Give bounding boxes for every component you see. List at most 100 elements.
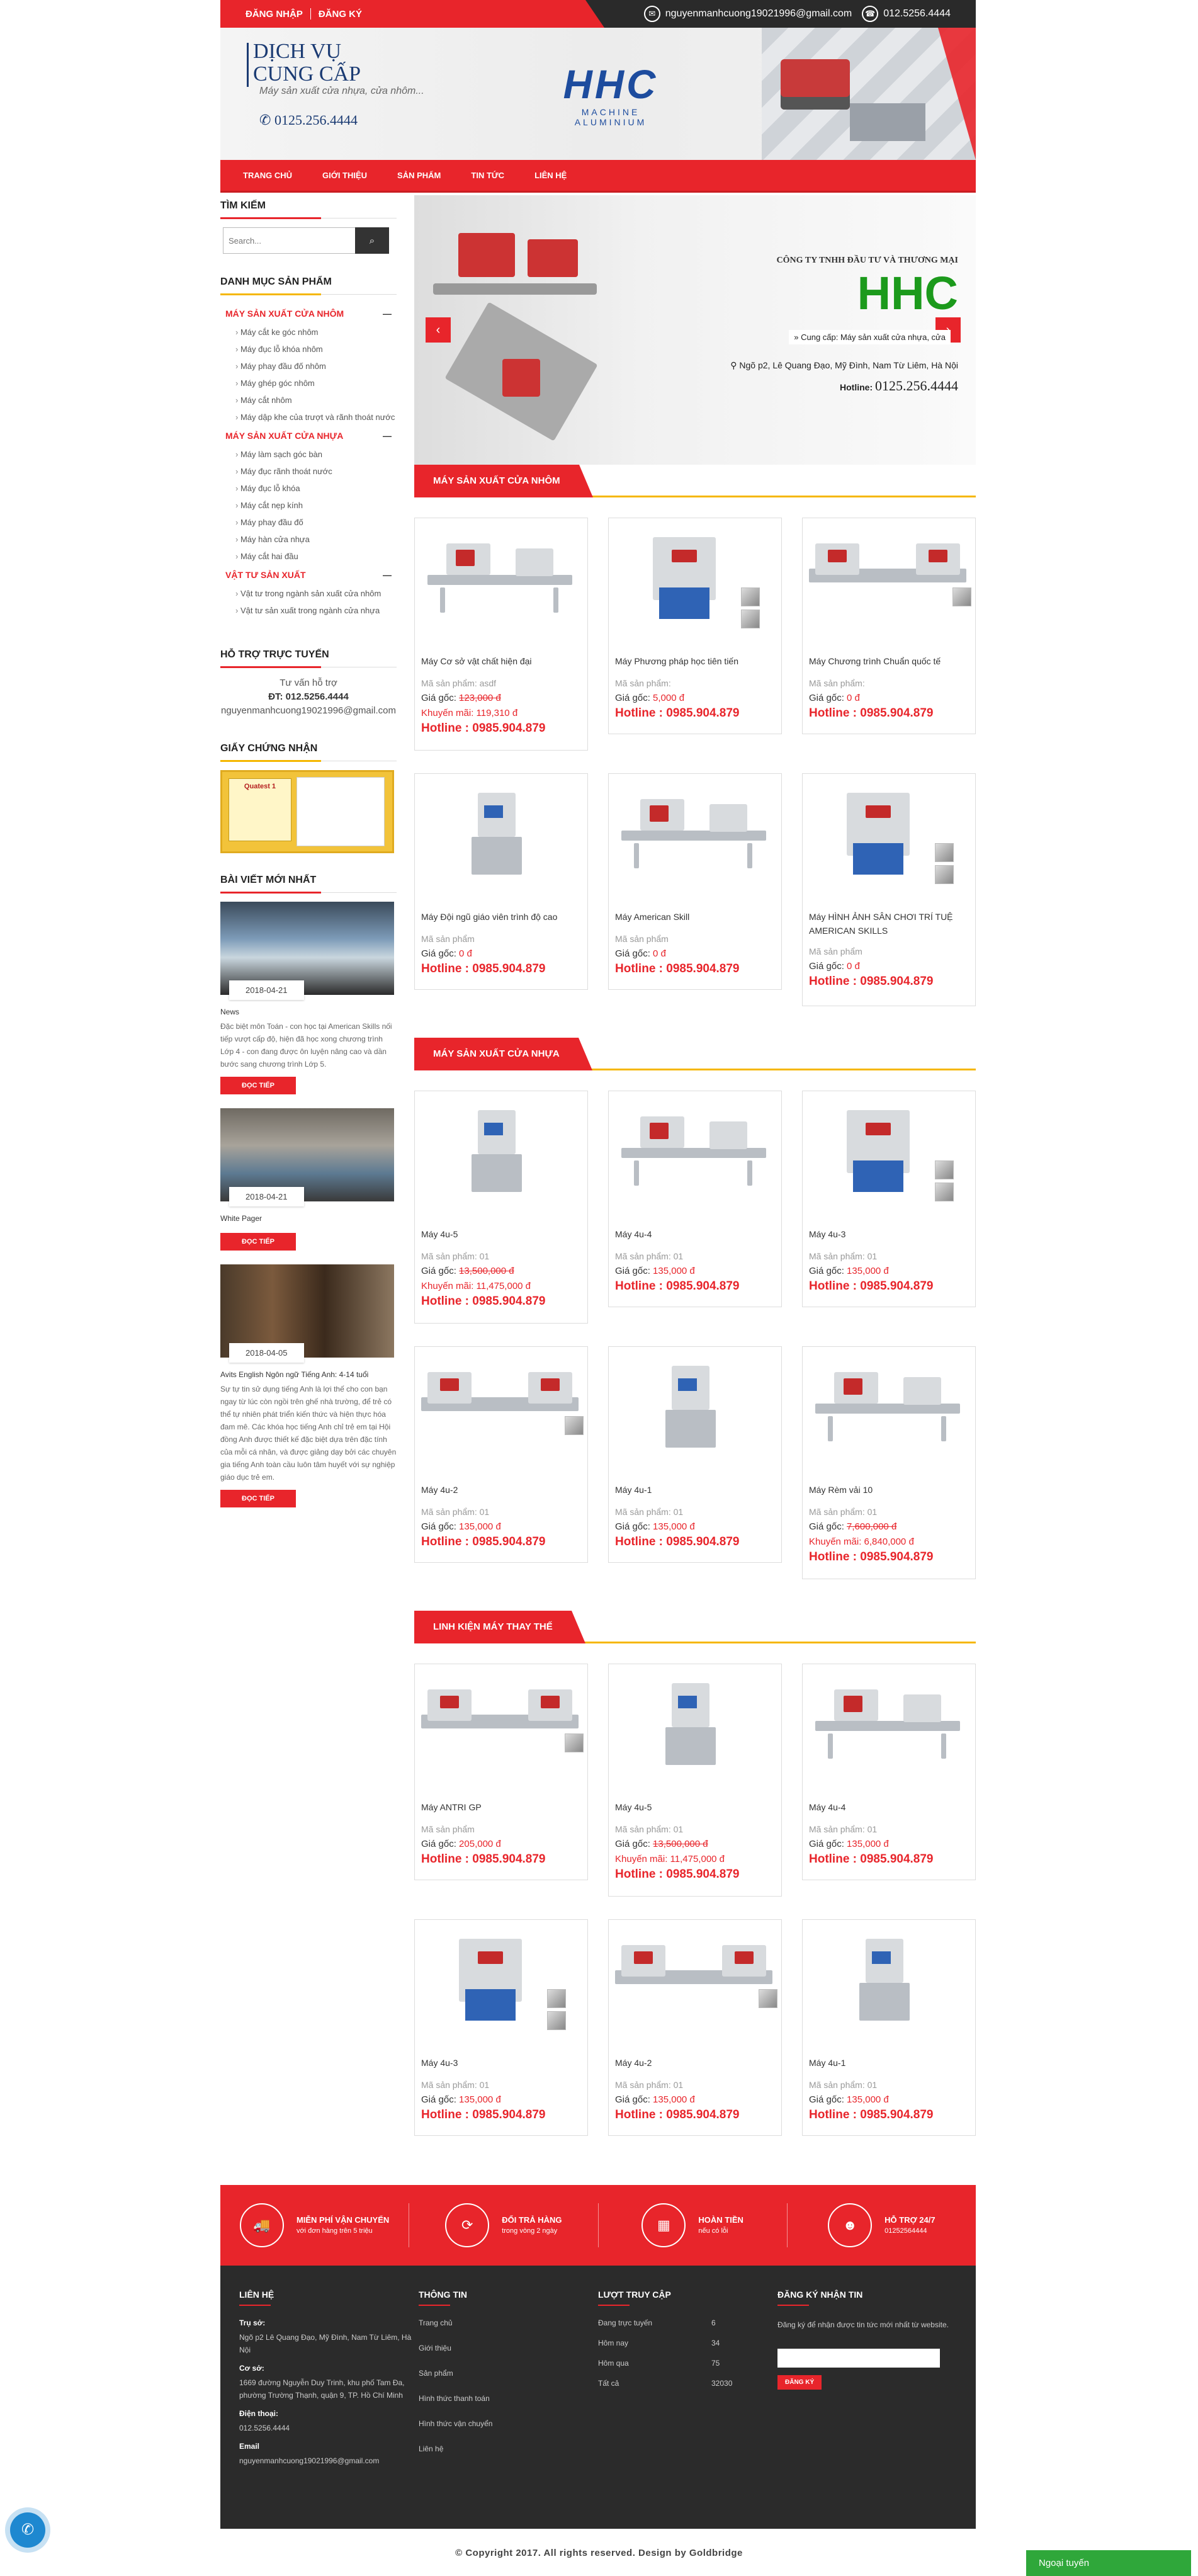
- minus-icon[interactable]: —: [383, 570, 392, 580]
- subcategory-item[interactable]: Máy cắt hai đầu: [220, 548, 397, 565]
- product-card[interactable]: Máy 4u-1 Mã sản phẩm: 01 Giá gốc: 135,000 …: [802, 1919, 976, 2136]
- product-hotline[interactable]: Hotline : 0985.904.879: [809, 2108, 934, 2123]
- product-card[interactable]: Máy 4u-4 Mã sản phẩm: 01 Giá gốc: 135,000 …: [802, 1664, 976, 1880]
- product-hotline[interactable]: Hotline : 0985.904.879: [421, 2108, 546, 2123]
- product-card[interactable]: Máy Chương trình Chuẩn quốc tế Mã sản phẩ…: [802, 518, 976, 734]
- product-card[interactable]: Máy American Skill Mã sản phẩm Giá gốc: 0 …: [608, 773, 782, 990]
- support-phone[interactable]: ĐT: 012.5256.4444: [268, 691, 349, 702]
- nav-news[interactable]: TIN TỨC: [471, 171, 504, 180]
- product-hotline[interactable]: Hotline : 0985.904.879: [615, 2108, 740, 2123]
- support-email[interactable]: nguyenmanhcuong19021996@gmail.com: [220, 704, 397, 718]
- newsletter-submit-button[interactable]: ĐĂNG KÝ: [777, 2375, 822, 2390]
- product-image[interactable]: [615, 1926, 777, 2033]
- product-hotline[interactable]: Hotline : 0985.904.879: [421, 721, 546, 736]
- product-hotline[interactable]: Hotline : 0985.904.879: [809, 974, 934, 989]
- category-item[interactable]: MÁY SẢN XUẤT CỬA NHỰA —: [220, 426, 397, 446]
- product-hotline[interactable]: Hotline : 0985.904.879: [809, 1550, 934, 1565]
- read-more-button[interactable]: ĐỌC TIẾP: [220, 1490, 296, 1507]
- slider-prev-button[interactable]: ‹: [426, 317, 451, 343]
- product-image[interactable]: [421, 780, 581, 887]
- product-hotline[interactable]: Hotline : 0985.904.879: [615, 1867, 740, 1882]
- footer-link[interactable]: Trang chủ: [419, 2318, 598, 2327]
- register-link[interactable]: ĐĂNG KÝ: [311, 9, 370, 20]
- product-image[interactable]: [615, 1353, 775, 1460]
- product-name[interactable]: Máy 4u-1: [809, 2056, 969, 2070]
- subcategory-item[interactable]: Máy đục lỗ khóa: [220, 480, 397, 497]
- product-name[interactable]: Máy 4u-5: [615, 1800, 775, 1814]
- call-button[interactable]: ✆: [10, 2512, 45, 2548]
- footer-email[interactable]: nguyenmanhcuong19021996@gmail.com: [239, 2454, 419, 2467]
- subcategory-item[interactable]: Vật tư sản xuất trong ngành cửa nhựa: [220, 602, 397, 619]
- product-card[interactable]: Máy 4u-5 Mã sản phẩm: 01 Giá gốc: 13,500,0…: [414, 1091, 588, 1324]
- footer-link[interactable]: Giới thiệu: [419, 2344, 598, 2352]
- product-name[interactable]: Máy 4u-2: [421, 1483, 581, 1497]
- product-image[interactable]: [809, 1926, 969, 2033]
- read-more-button[interactable]: ĐỌC TIẾP: [220, 1233, 296, 1251]
- product-hotline[interactable]: Hotline : 0985.904.879: [809, 1279, 934, 1294]
- product-name[interactable]: Máy HÌNH ẢNH SÂN CHƠI TRÍ TUỆ AMERICAN S…: [809, 910, 969, 938]
- nav-home[interactable]: TRANG CHỦ: [243, 171, 292, 180]
- live-chat-button[interactable]: Ngoại tuyến: [1026, 2550, 1191, 2576]
- product-image[interactable]: [615, 1098, 775, 1205]
- post-image[interactable]: 2018-04-05: [220, 1264, 394, 1363]
- post-title[interactable]: News: [220, 1007, 397, 1016]
- subcategory-item[interactable]: Máy hàn cửa nhựa: [220, 531, 397, 548]
- product-hotline[interactable]: Hotline : 0985.904.879: [615, 1279, 740, 1294]
- subcategory-item[interactable]: Máy đục lỗ khóa nhôm: [220, 341, 397, 358]
- product-card[interactable]: Máy 4u-2 Mã sản phẩm: 01 Giá gốc: 135,000 …: [608, 1919, 782, 2136]
- product-card[interactable]: Máy Rèm vải 10 Mã sản phẩm: 01 Giá gốc: 7,…: [802, 1346, 976, 1579]
- section-title[interactable]: LINH KIỆN MÁY THAY THẾ: [414, 1611, 585, 1643]
- product-card[interactable]: Máy ANTRI GP Mã sản phẩm Giá gốc: 205,000 …: [414, 1664, 588, 1880]
- nav-products[interactable]: SẢN PHẨM: [397, 171, 441, 180]
- product-name[interactable]: Máy 4u-2: [615, 2056, 775, 2070]
- product-name[interactable]: Máy Phương pháp học tiên tiến: [615, 654, 775, 668]
- product-image[interactable]: [615, 525, 775, 632]
- product-card[interactable]: Máy HÌNH ẢNH SÂN CHƠI TRÍ TUỆ AMERICAN S…: [802, 773, 976, 1006]
- product-card[interactable]: Máy 4u-3 Mã sản phẩm: 01 Giá gốc: 135,000 …: [802, 1091, 976, 1307]
- product-card[interactable]: Máy Đội ngũ giáo viên trình độ cao Mã sản…: [414, 773, 588, 990]
- product-card[interactable]: Máy 4u-3 Mã sản phẩm: 01 Giá gốc: 135,000 …: [414, 1919, 588, 2136]
- category-item[interactable]: VẬT TƯ SẢN XUẤT —: [220, 565, 397, 585]
- product-name[interactable]: Máy 4u-3: [809, 1227, 969, 1241]
- product-card[interactable]: Máy 4u-4 Mã sản phẩm: 01 Giá gốc: 135,000 …: [608, 1091, 782, 1307]
- product-name[interactable]: Máy 4u-4: [615, 1227, 775, 1241]
- product-name[interactable]: Máy ANTRI GP: [421, 1800, 581, 1814]
- product-image[interactable]: [615, 1671, 775, 1778]
- footer-link[interactable]: Hình thức vận chuyển: [419, 2419, 598, 2428]
- post-title[interactable]: Avits English Ngôn ngữ Tiếng Anh: 4-14 t…: [220, 1370, 397, 1379]
- product-image[interactable]: [809, 1671, 969, 1778]
- post-image[interactable]: 2018-04-21: [220, 1108, 394, 1206]
- product-name[interactable]: Máy Chương trình Chuẩn quốc tế: [809, 654, 969, 668]
- read-more-button[interactable]: ĐỌC TIẾP: [220, 1077, 296, 1094]
- product-name[interactable]: Máy American Skill: [615, 910, 775, 924]
- product-card[interactable]: Máy Phương pháp học tiên tiến Mã sản phẩm…: [608, 518, 782, 734]
- product-name[interactable]: Máy 4u-5: [421, 1227, 581, 1241]
- section-title[interactable]: MÁY SẢN XUẤT CỬA NHÔM: [414, 465, 593, 497]
- product-hotline[interactable]: Hotline : 0985.904.879: [615, 706, 740, 721]
- subcategory-item[interactable]: Máy cắt nhôm: [220, 392, 397, 409]
- product-name[interactable]: Máy Rèm vải 10: [809, 1483, 969, 1497]
- product-image[interactable]: [421, 1671, 584, 1778]
- footer-link[interactable]: Hình thức thanh toán: [419, 2394, 598, 2403]
- product-name[interactable]: Máy 4u-1: [615, 1483, 775, 1497]
- phone-contact[interactable]: ☎ 012.5256.4444: [862, 6, 951, 22]
- product-image[interactable]: [809, 1353, 969, 1460]
- product-hotline[interactable]: Hotline : 0985.904.879: [809, 706, 934, 721]
- minus-icon[interactable]: —: [383, 431, 392, 441]
- nav-about[interactable]: GIỚI THIỆU: [322, 171, 367, 180]
- subcategory-item[interactable]: Máy ghép góc nhôm: [220, 375, 397, 392]
- newsletter-email-input[interactable]: [777, 2349, 940, 2368]
- product-image[interactable]: [421, 525, 581, 632]
- product-hotline[interactable]: Hotline : 0985.904.879: [809, 1852, 934, 1867]
- subcategory-item[interactable]: Máy cắt ke góc nhôm: [220, 324, 397, 341]
- product-card[interactable]: Máy 4u-2 Mã sản phẩm: 01 Giá gốc: 135,000 …: [414, 1346, 588, 1563]
- footer-link[interactable]: Liên hệ: [419, 2444, 598, 2453]
- site-logo[interactable]: HHC MACHINE ALUMINIUM: [548, 64, 674, 127]
- product-name[interactable]: Máy 4u-3: [421, 2056, 581, 2070]
- product-name[interactable]: Máy Cơ sở vật chất hiện đại: [421, 654, 581, 668]
- minus-icon[interactable]: —: [383, 309, 392, 319]
- product-name[interactable]: Máy Đội ngũ giáo viên trình độ cao: [421, 910, 581, 924]
- product-hotline[interactable]: Hotline : 0985.904.879: [421, 962, 546, 977]
- product-card[interactable]: Máy 4u-5 Mã sản phẩm: 01 Giá gốc: 13,500,0…: [608, 1664, 782, 1897]
- product-hotline[interactable]: Hotline : 0985.904.879: [421, 1294, 546, 1309]
